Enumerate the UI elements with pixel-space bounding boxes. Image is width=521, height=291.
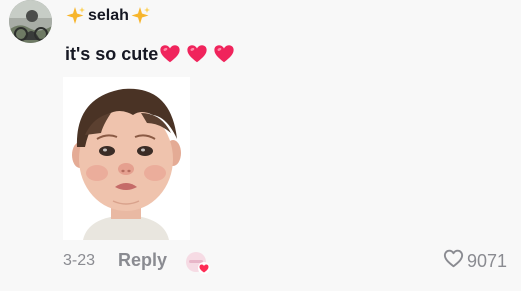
user-avatar[interactable] bbox=[9, 0, 52, 43]
comment-date: 3-23 bbox=[63, 252, 96, 269]
heart-emoji-icon bbox=[159, 43, 181, 65]
heart-emoji-icon bbox=[186, 43, 208, 65]
username[interactable]: selah bbox=[87, 7, 130, 25]
heart-emoji-icon bbox=[213, 43, 235, 65]
comment-body: it's so cute bbox=[65, 42, 240, 66]
comment-author[interactable]: selah bbox=[66, 5, 151, 27]
like-button[interactable]: 9071 bbox=[443, 249, 507, 273]
comment-footer: 3-23 Reply 9071 bbox=[63, 248, 513, 274]
reply-button[interactable]: Reply bbox=[118, 250, 167, 271]
like-count: 9071 bbox=[466, 250, 507, 271]
sparkles-icon bbox=[131, 6, 151, 26]
comment-text: it's so cute bbox=[65, 43, 159, 64]
sparkles-icon bbox=[66, 6, 86, 26]
creator-liked-badge bbox=[185, 251, 212, 275]
heart-outline-icon bbox=[443, 249, 464, 273]
crying-baby-sticker[interactable] bbox=[63, 77, 190, 240]
